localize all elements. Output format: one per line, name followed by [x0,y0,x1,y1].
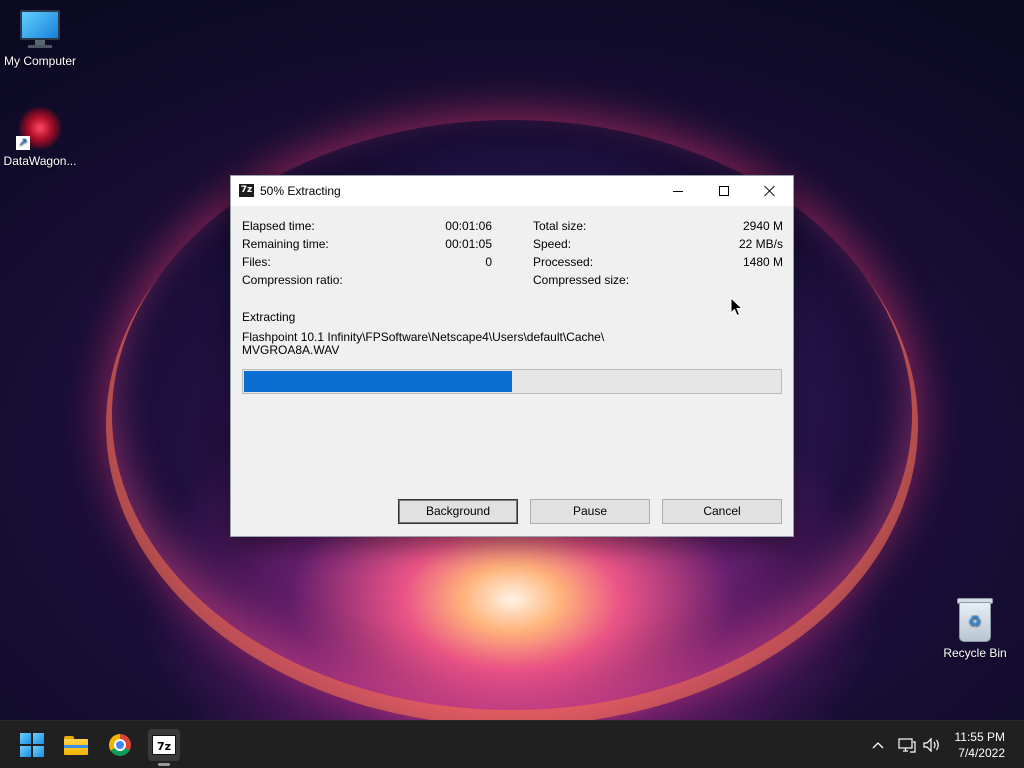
windows-start-icon [20,733,44,757]
desktop-icon-label: Recycle Bin [943,646,1007,660]
compression-ratio-label: Compression ratio: [242,273,343,287]
processed-label: Processed: [533,255,594,269]
current-file-name: MVGROA8A.WAV [242,343,340,357]
files-label: Files: [242,255,271,269]
extraction-progress-bar [242,369,782,394]
taskbar-clock[interactable]: 11:55 PM 7/4/2022 [955,729,1005,761]
elapsed-time-value: 00:01:06 [445,219,492,233]
maximize-button[interactable] [701,176,747,206]
speed-label: Speed: [533,237,572,251]
desktop-icon-label: DataWagon... [3,154,77,168]
progress-bar-fill [244,371,512,392]
processed-value: 1480 M [742,255,783,269]
status-label: Extracting [242,310,296,324]
chevron-up-icon [872,742,884,749]
recycle-bin-icon: ♻ [955,598,995,642]
elapsed-time-label: Elapsed time: [242,219,315,233]
cancel-button[interactable]: Cancel [662,499,782,524]
clock-time: 11:55 PM [954,730,1005,744]
mouse-cursor-icon [730,297,744,317]
network-button[interactable] [895,721,919,768]
compressed-size-label: Compressed size: [533,273,630,287]
chrome-icon [109,734,131,756]
monitor-icon [18,10,62,50]
title-bar[interactable]: 7z 50% Extracting [231,176,793,206]
speaker-icon [923,737,939,753]
current-file-path: Flashpoint 10.1 Infinity\FPSoftware\Nets… [242,330,605,344]
pause-button[interactable]: Pause [530,499,650,524]
files-value: 0 [485,255,492,269]
minimize-button[interactable] [655,176,701,206]
speed-value: 22 MB/s [738,237,783,251]
start-button[interactable] [16,729,48,761]
7zip-icon: 7z [152,735,176,755]
clock-date: 7/4/2022 [958,746,1005,760]
chrome-button[interactable] [104,729,136,761]
total-size-label: Total size: [533,219,587,233]
folder-icon [64,735,88,755]
taskbar: 7z 11:55 PM 7/4/2022 [0,720,1024,768]
close-icon [764,185,776,197]
remaining-time-label: Remaining time: [242,237,329,251]
network-icon [898,738,916,753]
desktop-icon-datawagon[interactable]: ↗ DataWagon... [0,106,80,168]
window-title: 50% Extracting [260,184,341,198]
background-button[interactable]: Background [398,499,518,524]
shortcut-arrow-icon: ↗ [16,136,30,150]
volume-button[interactable] [920,721,944,768]
7zip-app-icon: 7z [239,184,254,197]
show-hidden-icons-button[interactable] [866,721,890,768]
file-explorer-button[interactable] [60,729,92,761]
maximize-icon [719,186,729,196]
desktop-icon-my-computer[interactable]: My Computer [0,10,80,68]
desktop-icon-recycle-bin[interactable]: ♻ Recycle Bin [935,598,1015,660]
datawagon-icon: ↗ [16,106,64,150]
close-button[interactable] [747,176,793,206]
total-size-value: 2940 M [742,219,783,233]
7zip-taskbar-button[interactable]: 7z [148,729,180,766]
remaining-time-value: 00:01:05 [445,237,492,251]
desktop-icon-label: My Computer [3,54,77,68]
minimize-icon [673,190,683,192]
extract-progress-dialog: 7z 50% Extracting Elapsed time: 00:01:06… [230,175,794,537]
